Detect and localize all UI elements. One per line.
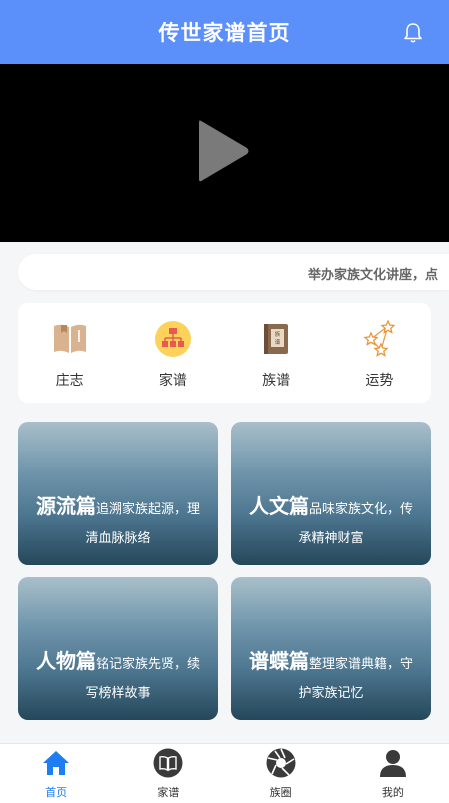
- quick-link-zhuangzhi[interactable]: 庄志: [18, 303, 121, 403]
- card-desc: 追溯家族起源，理清血脉脉络: [85, 502, 200, 546]
- book-icon: [51, 320, 89, 358]
- quick-link-label: 运势: [365, 373, 394, 389]
- tab-label: 家谱: [157, 786, 180, 799]
- tab-zuquan[interactable]: 族圈: [225, 744, 337, 803]
- page-title: 传世家谱首页: [158, 21, 291, 45]
- svg-text:谱: 谱: [275, 338, 281, 346]
- tab-home[interactable]: 首页: [0, 744, 112, 803]
- stars-icon: [360, 320, 398, 358]
- notice-marquee[interactable]: 举办家族文化讲座，点: [18, 254, 449, 290]
- app-header: 传世家谱首页: [0, 0, 449, 64]
- quick-links: 庄志 家谱 族 谱 族谱 运势: [18, 303, 431, 403]
- quick-link-jiapu[interactable]: 家谱: [121, 303, 224, 403]
- tab-label: 族圈: [269, 786, 292, 799]
- quick-link-label: 家谱: [158, 373, 187, 389]
- card-title: 源流篇: [35, 494, 96, 518]
- tab-label: 首页: [45, 786, 68, 799]
- card-desc: 品味家族文化，传承精神财富: [298, 502, 413, 546]
- bell-icon[interactable]: [403, 22, 423, 44]
- card-renwen[interactable]: 人文篇品味家族文化，传承精神财富: [231, 422, 431, 565]
- card-desc: 整理家谱典籍，守护家族记忆: [298, 657, 413, 701]
- play-icon[interactable]: [197, 117, 251, 185]
- genealogy-book-icon: 族 谱: [257, 320, 295, 358]
- quick-link-yunshi[interactable]: 运势: [328, 303, 431, 403]
- card-yuanliu[interactable]: 源流篇追溯家族起源，理清血脉脉络: [18, 422, 218, 565]
- card-desc: 铭记家族先贤，续写榜样故事: [85, 657, 200, 701]
- quick-link-label: 庄志: [55, 373, 84, 389]
- quick-link-zupu[interactable]: 族 谱 族谱: [225, 303, 328, 403]
- tab-mine[interactable]: 我的: [337, 744, 449, 803]
- book-circle-icon: [153, 748, 183, 778]
- family-tree-icon: [154, 320, 192, 358]
- home-icon: [41, 748, 71, 778]
- card-title: 人物篇: [35, 649, 96, 673]
- card-title: 人文篇: [248, 494, 309, 518]
- bottom-tab-bar: 首页 家谱 族圈 我的: [0, 743, 449, 803]
- user-icon: [378, 748, 408, 778]
- aperture-icon: [266, 748, 296, 778]
- svg-text:族: 族: [275, 330, 281, 338]
- video-player[interactable]: [0, 64, 449, 242]
- tab-jiapu[interactable]: 家谱: [112, 744, 224, 803]
- tab-label: 我的: [381, 786, 404, 799]
- card-renwu[interactable]: 人物篇铭记家族先贤，续写榜样故事: [18, 577, 218, 720]
- notice-text: 举办家族文化讲座，点: [308, 268, 439, 283]
- card-pudie[interactable]: 谱蝶篇整理家谱典籍，守护家族记忆: [231, 577, 431, 720]
- quick-link-label: 族谱: [262, 373, 291, 389]
- card-title: 谱蝶篇: [248, 649, 309, 673]
